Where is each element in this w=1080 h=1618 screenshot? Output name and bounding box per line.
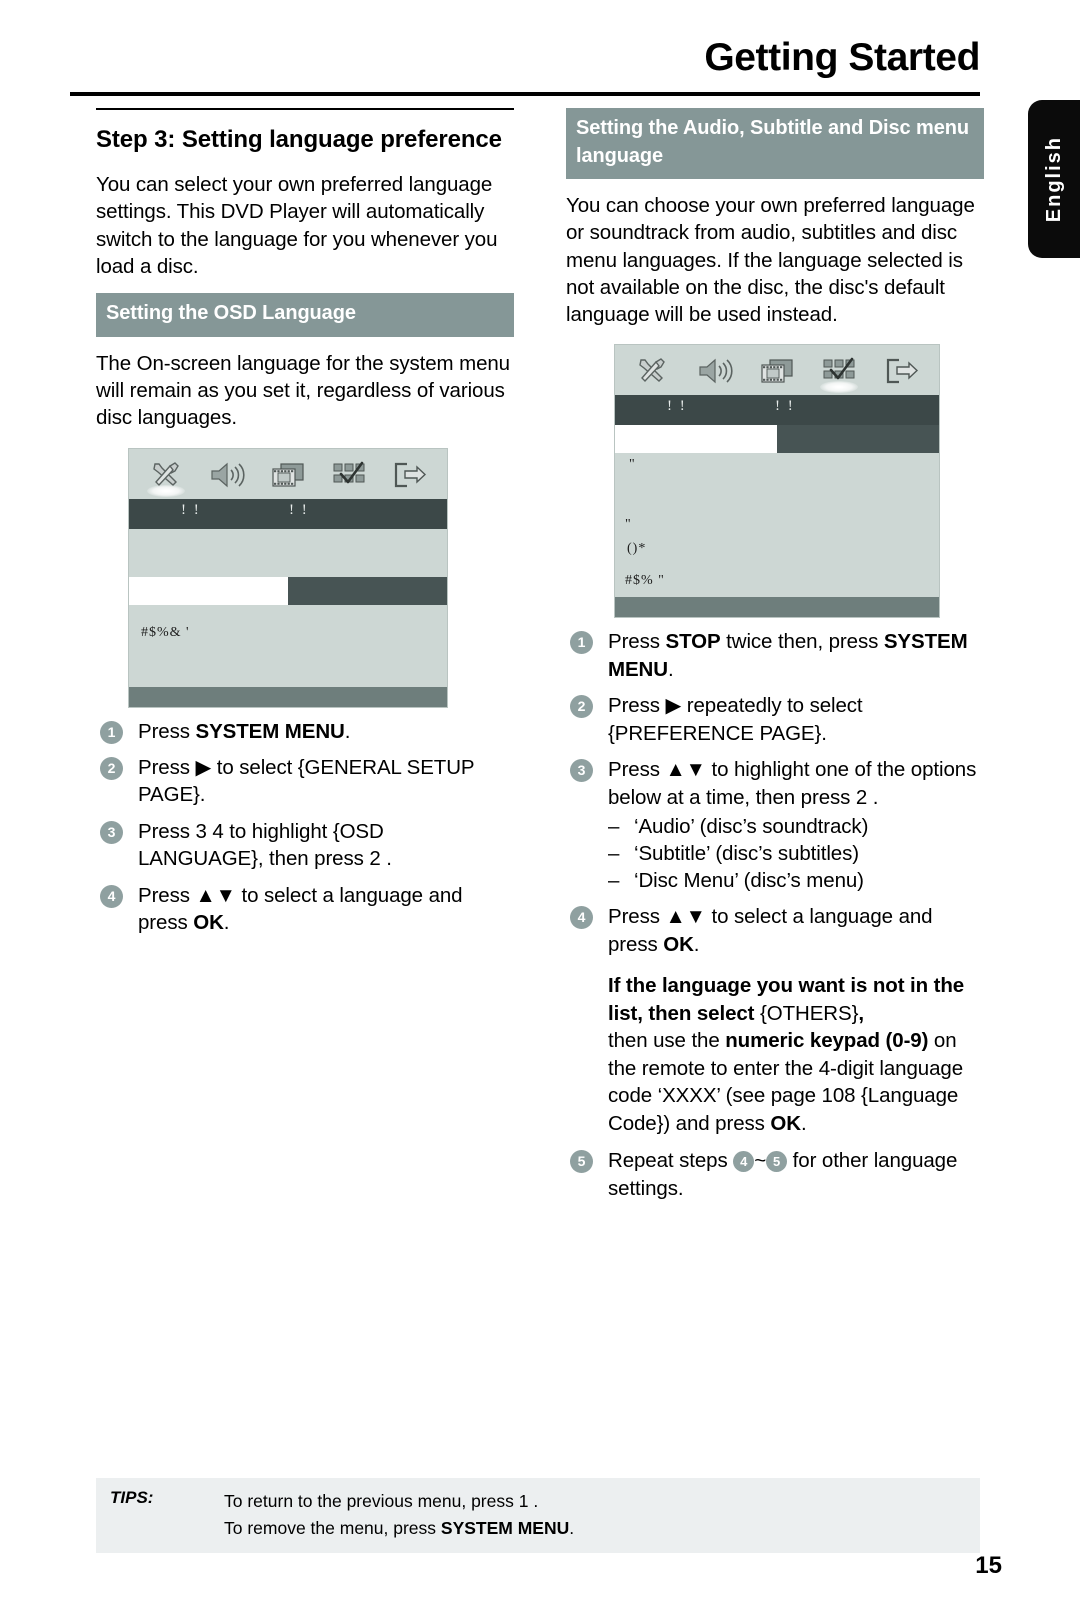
- step-number-badge: 1: [100, 720, 123, 744]
- osd-title-mark-1: ! !: [667, 398, 687, 415]
- right-steps-list-continued: 5 Repeat steps 4 ~5 for other language se…: [566, 1147, 984, 1202]
- osd-row-left-cell: [615, 425, 777, 454]
- page-header: Getting Started: [70, 38, 980, 77]
- film-icon: [754, 351, 800, 391]
- step-number-badge: 4: [570, 906, 593, 930]
- right-column: Setting the Audio, Subtitle and Disc men…: [566, 108, 984, 1211]
- osd-text-line-4: #$% ": [625, 573, 665, 589]
- step-text: Press SYSTEM MENU.: [138, 719, 351, 743]
- step-text: Repeat steps 4 ~5 for other language sett…: [608, 1149, 958, 1200]
- osd-text-line-3: ()*: [627, 541, 647, 557]
- right-steps-list: 1 Press STOP twice then, press SYSTEM ME…: [566, 628, 984, 958]
- step-text: Press 3 4 to highlight {OSD LANGUAGE}, t…: [138, 819, 392, 871]
- list-item: 1 Press STOP twice then, press SYSTEM ME…: [566, 628, 984, 683]
- osd-screenshot-general-setup: ! ! ! ! #$%& ': [128, 447, 448, 708]
- osd-text-line-1: #$%& ': [141, 624, 190, 640]
- step3-options-list: – ‘Audio’ (disc’s soundtrack) – ‘Subtitle’…: [608, 813, 984, 894]
- tips-label: TIPS:: [110, 1488, 154, 1507]
- osd-selected-row: [615, 425, 939, 454]
- step-number-badge: 4: [100, 884, 123, 908]
- audio-subtitle-body-text: You can choose your own preferred langua…: [566, 194, 975, 327]
- list-item: 4 Press ▲▼ to select a language and pres…: [566, 903, 984, 958]
- option-text: ‘Audio’ (disc’s soundtrack): [634, 815, 869, 839]
- list-item: – ‘Subtitle’ (disc’s subtitles): [608, 840, 984, 867]
- step-number-badge: 2: [570, 695, 593, 719]
- grid-check-icon: [326, 455, 372, 495]
- step-number-badge: 5: [570, 1150, 593, 1174]
- osd-text-line-2: ": [625, 517, 632, 533]
- tips-content: To return to the previous menu, press 1 …: [224, 1488, 574, 1541]
- language-side-tab: English: [1028, 100, 1080, 258]
- tools-icon: [143, 455, 189, 497]
- step-number-badge: 2: [100, 757, 123, 780]
- step-text: Press ▲▼ to select a language and press …: [138, 883, 463, 935]
- dash-marker: –: [608, 815, 620, 839]
- list-item: 5 Repeat steps 4 ~5 for other language se…: [566, 1147, 984, 1202]
- osd-title-mark-2: ! !: [289, 501, 309, 518]
- page-title: Getting Started: [704, 36, 980, 79]
- osd-body: " " ()* #$% ": [615, 425, 939, 597]
- step3-intro-text: You can select your own preferred langua…: [96, 173, 498, 278]
- speaker-icon: [692, 351, 738, 391]
- list-item: 2 Press ▶ to select {GENERAL SETUP PAGE}…: [96, 754, 514, 809]
- tools-icon: [629, 351, 675, 391]
- list-item: 3 Press 3 4 to highlight {OSD LANGUAGE},…: [96, 818, 514, 873]
- section-rule: [96, 108, 514, 110]
- osd-titlebar: ! ! ! !: [615, 395, 939, 426]
- page-number: 15: [975, 1552, 1002, 1579]
- step-text: Press STOP twice then, press SYSTEM MENU…: [608, 630, 968, 681]
- tips-footer: TIPS: To return to the previous menu, pr…: [96, 1478, 980, 1554]
- osd-text-line-1: ": [629, 457, 636, 473]
- step-number-badge: 3: [570, 759, 593, 783]
- others-language-code-note: If the language you want is not in the l…: [608, 974, 965, 1135]
- list-item: 1 Press SYSTEM MENU.: [96, 718, 514, 745]
- osd-row-left-cell: [129, 576, 288, 605]
- list-item: – ‘Audio’ (disc’s soundtrack): [608, 813, 984, 840]
- film-icon: [265, 455, 311, 495]
- exit-icon: [879, 351, 925, 391]
- speaker-icon: [204, 455, 250, 495]
- osd-language-body-text: The On-screen language for the system me…: [96, 351, 510, 430]
- list-item: – ‘Disc Menu’ (disc’s menu): [608, 867, 984, 894]
- left-column: Step 3: Setting language preference You …: [96, 108, 514, 946]
- audio-subtitle-band: Setting the Audio, Subtitle and Disc men…: [566, 108, 984, 180]
- osd-row-right-cell: [777, 425, 939, 454]
- step3-heading: Step 3: Setting language preference: [96, 126, 502, 153]
- osd-icon-row: [615, 345, 939, 395]
- dash-marker: –: [608, 842, 620, 866]
- osd-language-band: Setting the OSD Language: [96, 293, 514, 337]
- osd-titlebar: ! ! ! !: [129, 498, 447, 529]
- osd-title-mark-2: ! !: [775, 398, 795, 415]
- osd-footer-bar: [615, 597, 939, 618]
- exit-icon: [387, 455, 433, 495]
- list-item: 3 Press ▲▼ to highlight one of the optio…: [566, 756, 984, 894]
- osd-title-mark-1: ! !: [181, 501, 201, 518]
- step-text: Press ▶ repeatedly to select {PREFERENCE…: [608, 694, 863, 745]
- option-text: ‘Disc Menu’ (disc’s menu): [634, 869, 864, 893]
- option-text: ‘Subtitle’ (disc’s subtitles): [634, 842, 859, 866]
- grid-check-icon: [816, 351, 862, 394]
- osd-selected-row: [129, 576, 447, 605]
- tips-line-2: To remove the menu, press SYSTEM MENU.: [224, 1517, 575, 1538]
- dash-marker: –: [608, 869, 620, 893]
- osd-body: #$%& ': [129, 529, 447, 687]
- tips-line-1: To return to the previous menu, press 1 …: [224, 1491, 539, 1511]
- osd-icon-row: [129, 449, 447, 499]
- list-item: 2 Press ▶ repeatedly to select {PREFEREN…: [566, 692, 984, 747]
- step-number-badge: 3: [100, 820, 123, 844]
- osd-screenshot-preference-page: ! ! ! ! " " ()* #$% ": [614, 344, 940, 619]
- osd-footer-bar: [129, 686, 447, 707]
- step-number-badge: 1: [570, 631, 593, 655]
- header-divider: [70, 92, 980, 96]
- step-text: Press ▶ to select {GENERAL SETUP PAGE}.: [138, 756, 475, 807]
- left-steps-list: 1 Press SYSTEM MENU. 2 Press ▶ to select…: [96, 718, 514, 937]
- list-item: 4 Press ▲▼ to select a language and pres…: [96, 882, 514, 937]
- step-text: Press ▲▼ to highlight one of the options…: [608, 758, 977, 809]
- step-text: Press ▲▼ to select a language and press …: [608, 905, 933, 956]
- osd-row-right-cell: [288, 576, 447, 605]
- language-side-tab-label: English: [1042, 135, 1065, 223]
